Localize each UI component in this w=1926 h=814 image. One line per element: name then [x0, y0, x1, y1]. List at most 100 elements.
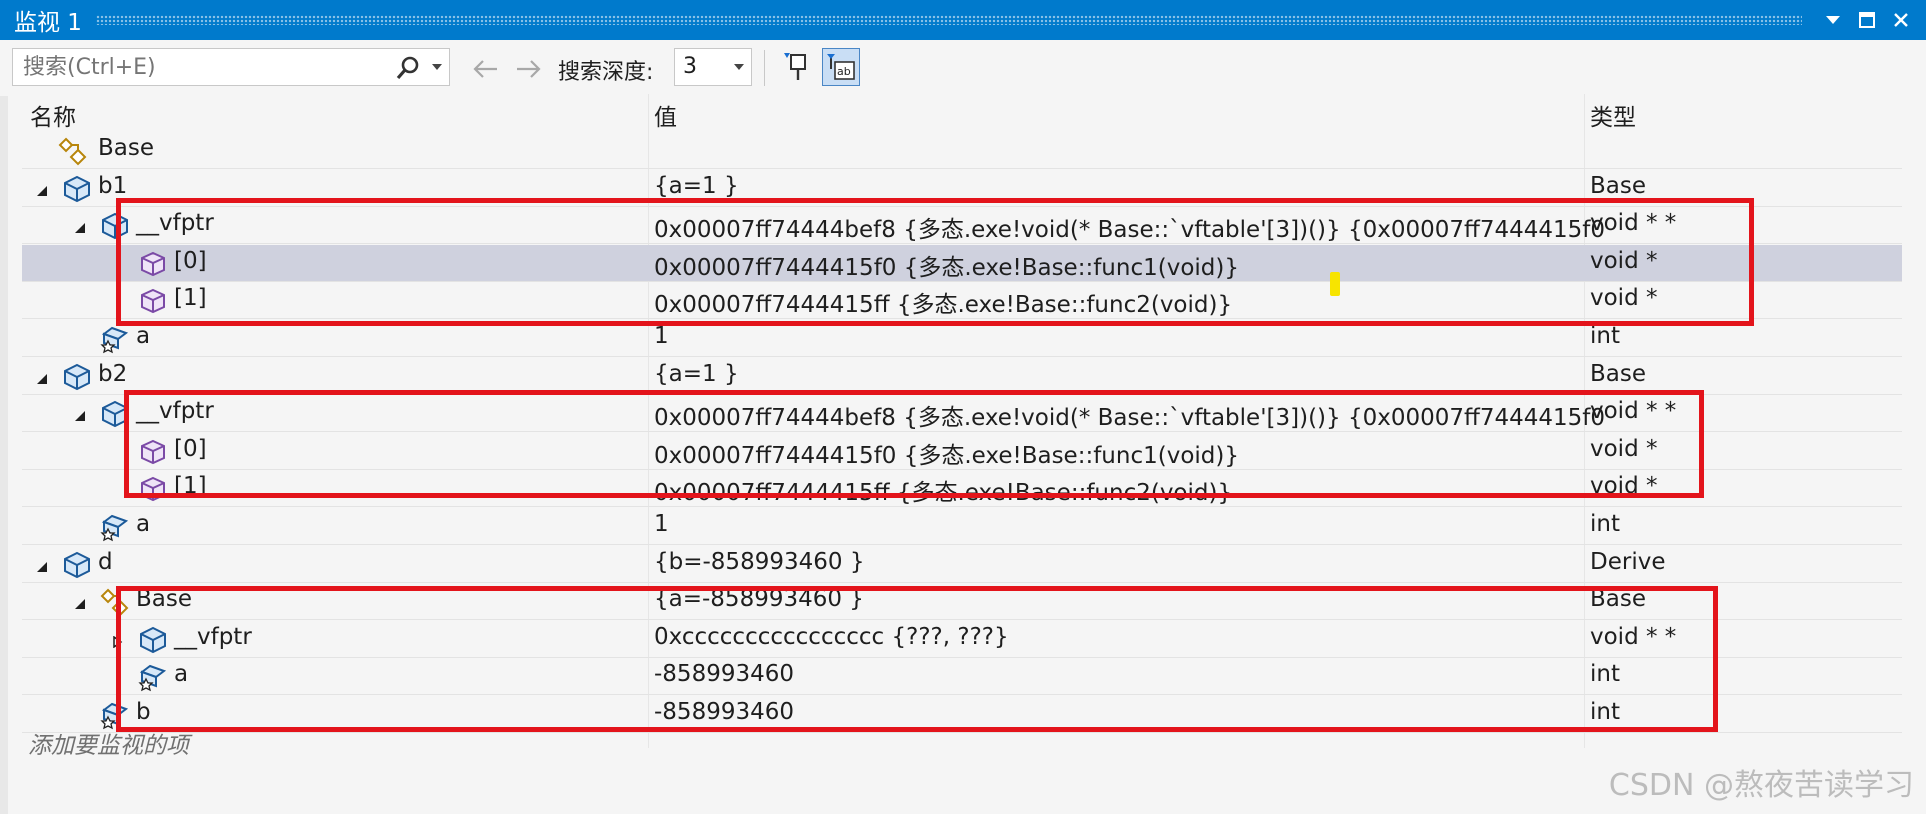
- row-type: void * *: [1590, 210, 1677, 236]
- cube-icon: [138, 474, 168, 504]
- expanded-arrow-icon[interactable]: [74, 219, 86, 233]
- watch-row[interactable]: __vfptr 0x00007ff74444bef8 {多态.exe!void(*…: [22, 207, 1902, 244]
- row-name: b1: [98, 173, 128, 199]
- row-value[interactable]: 1: [654, 323, 1609, 349]
- add-watch-item[interactable]: 添加要监视的项: [28, 726, 189, 760]
- row-name: d: [98, 549, 113, 575]
- field-icon: [138, 662, 168, 692]
- search-box[interactable]: [12, 48, 450, 86]
- column-header: 名称 值 类型: [22, 94, 1902, 132]
- row-type: int: [1590, 511, 1620, 537]
- watch-row[interactable]: b -858993460 int: [22, 696, 1902, 733]
- watch-row[interactable]: a -858993460 int: [22, 658, 1902, 695]
- maximize-button[interactable]: [1852, 5, 1882, 35]
- search-depth-label: 搜索深度:: [558, 60, 654, 85]
- close-button[interactable]: [1886, 5, 1916, 35]
- row-value[interactable]: 0x00007ff7444415ff {多态.exe!Base::func2(v…: [654, 285, 1609, 319]
- row-name: a: [136, 323, 151, 349]
- window-menu-button[interactable]: [1818, 5, 1848, 35]
- watch-row[interactable]: Base: [22, 132, 1902, 169]
- row-type: void * *: [1590, 624, 1677, 650]
- object-icon: [62, 550, 92, 580]
- toolbar: 搜索深度: 3 ab: [0, 40, 1926, 96]
- expanded-arrow-icon[interactable]: [74, 407, 86, 421]
- pin-icon: [784, 53, 806, 80]
- watch-row[interactable]: d {b=-858993460 } Derive: [22, 546, 1902, 583]
- watch-row[interactable]: [0] 0x00007ff7444415f0 {多态.exe!Base::func…: [22, 245, 1902, 282]
- watch-row[interactable]: __vfptr 0xcccccccccccccccc {???, ???} void…: [22, 621, 1902, 658]
- title-grip[interactable]: [95, 15, 1802, 25]
- maximize-icon: [1859, 12, 1875, 28]
- column-name[interactable]: 名称: [30, 98, 76, 132]
- row-value[interactable]: 0x00007ff74444bef8 {多态.exe!void(* Base::…: [654, 210, 1609, 244]
- object-icon: [100, 399, 130, 429]
- row-name: b: [136, 699, 151, 725]
- row-value[interactable]: -858993460: [654, 699, 1609, 725]
- watermark: CSDN @熬夜苦读学习: [1608, 768, 1914, 803]
- object-icon: [62, 362, 92, 392]
- search-forward-button[interactable]: [512, 52, 546, 86]
- column-type[interactable]: 类型: [1590, 98, 1636, 132]
- class-icon: [58, 136, 88, 166]
- watch-row[interactable]: [0] 0x00007ff7444415f0 {多态.exe!Base::func…: [22, 433, 1902, 470]
- search-options-caret-icon[interactable]: [431, 63, 443, 71]
- row-type: void *: [1590, 473, 1658, 499]
- row-value[interactable]: 1: [654, 511, 1609, 537]
- row-value[interactable]: -858993460: [654, 661, 1609, 687]
- row-value[interactable]: {a=1 }: [654, 361, 1609, 387]
- watch-row[interactable]: Base {a=-858993460 } Base: [22, 583, 1902, 620]
- svg-text:ab: ab: [837, 65, 851, 78]
- chevron-down-icon: [734, 64, 744, 70]
- field-icon: [100, 512, 130, 542]
- row-value[interactable]: {b=-858993460 }: [654, 549, 1609, 575]
- row-value[interactable]: 0x00007ff7444415f0 {多态.exe!Base::func1(v…: [654, 248, 1609, 282]
- search-input[interactable]: [21, 53, 385, 81]
- row-name: Base: [98, 135, 155, 161]
- close-icon: [1894, 13, 1908, 27]
- row-type: int: [1590, 699, 1620, 725]
- row-value[interactable]: 0xcccccccccccccccc {???, ???}: [654, 624, 1609, 650]
- object-icon: [62, 174, 92, 204]
- row-name: [1]: [174, 473, 207, 499]
- row-name: __vfptr: [174, 624, 252, 650]
- row-value[interactable]: {a=-858993460 }: [654, 586, 1609, 612]
- toolbar-separator: [764, 50, 765, 86]
- back-arrow-icon: [473, 60, 497, 78]
- watch-row[interactable]: b1 {a=1 } Base: [22, 170, 1902, 207]
- object-icon: [138, 625, 168, 655]
- expanded-arrow-icon[interactable]: [74, 595, 86, 609]
- cube-icon: [138, 286, 168, 316]
- watch-row[interactable]: __vfptr 0x00007ff74444bef8 {多态.exe!void(*…: [22, 395, 1902, 432]
- window-title: 监视 1: [14, 10, 82, 36]
- column-value[interactable]: 值: [654, 98, 677, 132]
- row-name: Base: [136, 586, 193, 612]
- row-value[interactable]: 0x00007ff74444bef8 {多态.exe!void(* Base::…: [654, 398, 1609, 432]
- search-back-button[interactable]: [468, 52, 502, 86]
- highlight-marker: [1330, 272, 1340, 296]
- expanded-arrow-icon[interactable]: [36, 182, 48, 196]
- search-depth-select[interactable]: 3: [674, 48, 752, 86]
- watch-row[interactable]: b2 {a=1 } Base: [22, 358, 1902, 395]
- row-value[interactable]: {a=1 }: [654, 173, 1609, 199]
- watch-row[interactable]: [1] 0x00007ff7444415ff {多态.exe!Base::func…: [22, 470, 1902, 507]
- expanded-arrow-icon[interactable]: [36, 558, 48, 572]
- row-type: int: [1590, 323, 1620, 349]
- row-type: void * *: [1590, 398, 1677, 424]
- hex-format-toggle[interactable]: ab: [822, 48, 860, 86]
- pin-button[interactable]: [778, 48, 816, 86]
- collapsed-arrow-icon[interactable]: [112, 633, 124, 649]
- expanded-arrow-icon[interactable]: [36, 370, 48, 384]
- window-title-bar[interactable]: 监视 1: [0, 0, 1926, 40]
- row-value[interactable]: 0x00007ff7444415f0 {多态.exe!Base::func1(v…: [654, 436, 1609, 470]
- watch-row[interactable]: a 1 int: [22, 508, 1902, 545]
- row-name: a: [174, 661, 189, 687]
- left-edge: [0, 96, 8, 814]
- row-type: Base: [1590, 361, 1647, 387]
- search-icon[interactable]: [395, 55, 421, 81]
- watch-row[interactable]: a 1 int: [22, 320, 1902, 357]
- row-value[interactable]: 0x00007ff7444415ff {多态.exe!Base::func2(v…: [654, 473, 1609, 507]
- format-ab-icon: ab: [827, 54, 855, 80]
- watch-row[interactable]: [1] 0x00007ff7444415ff {多态.exe!Base::func…: [22, 282, 1902, 319]
- row-type: Base: [1590, 586, 1647, 612]
- object-icon: [100, 211, 130, 241]
